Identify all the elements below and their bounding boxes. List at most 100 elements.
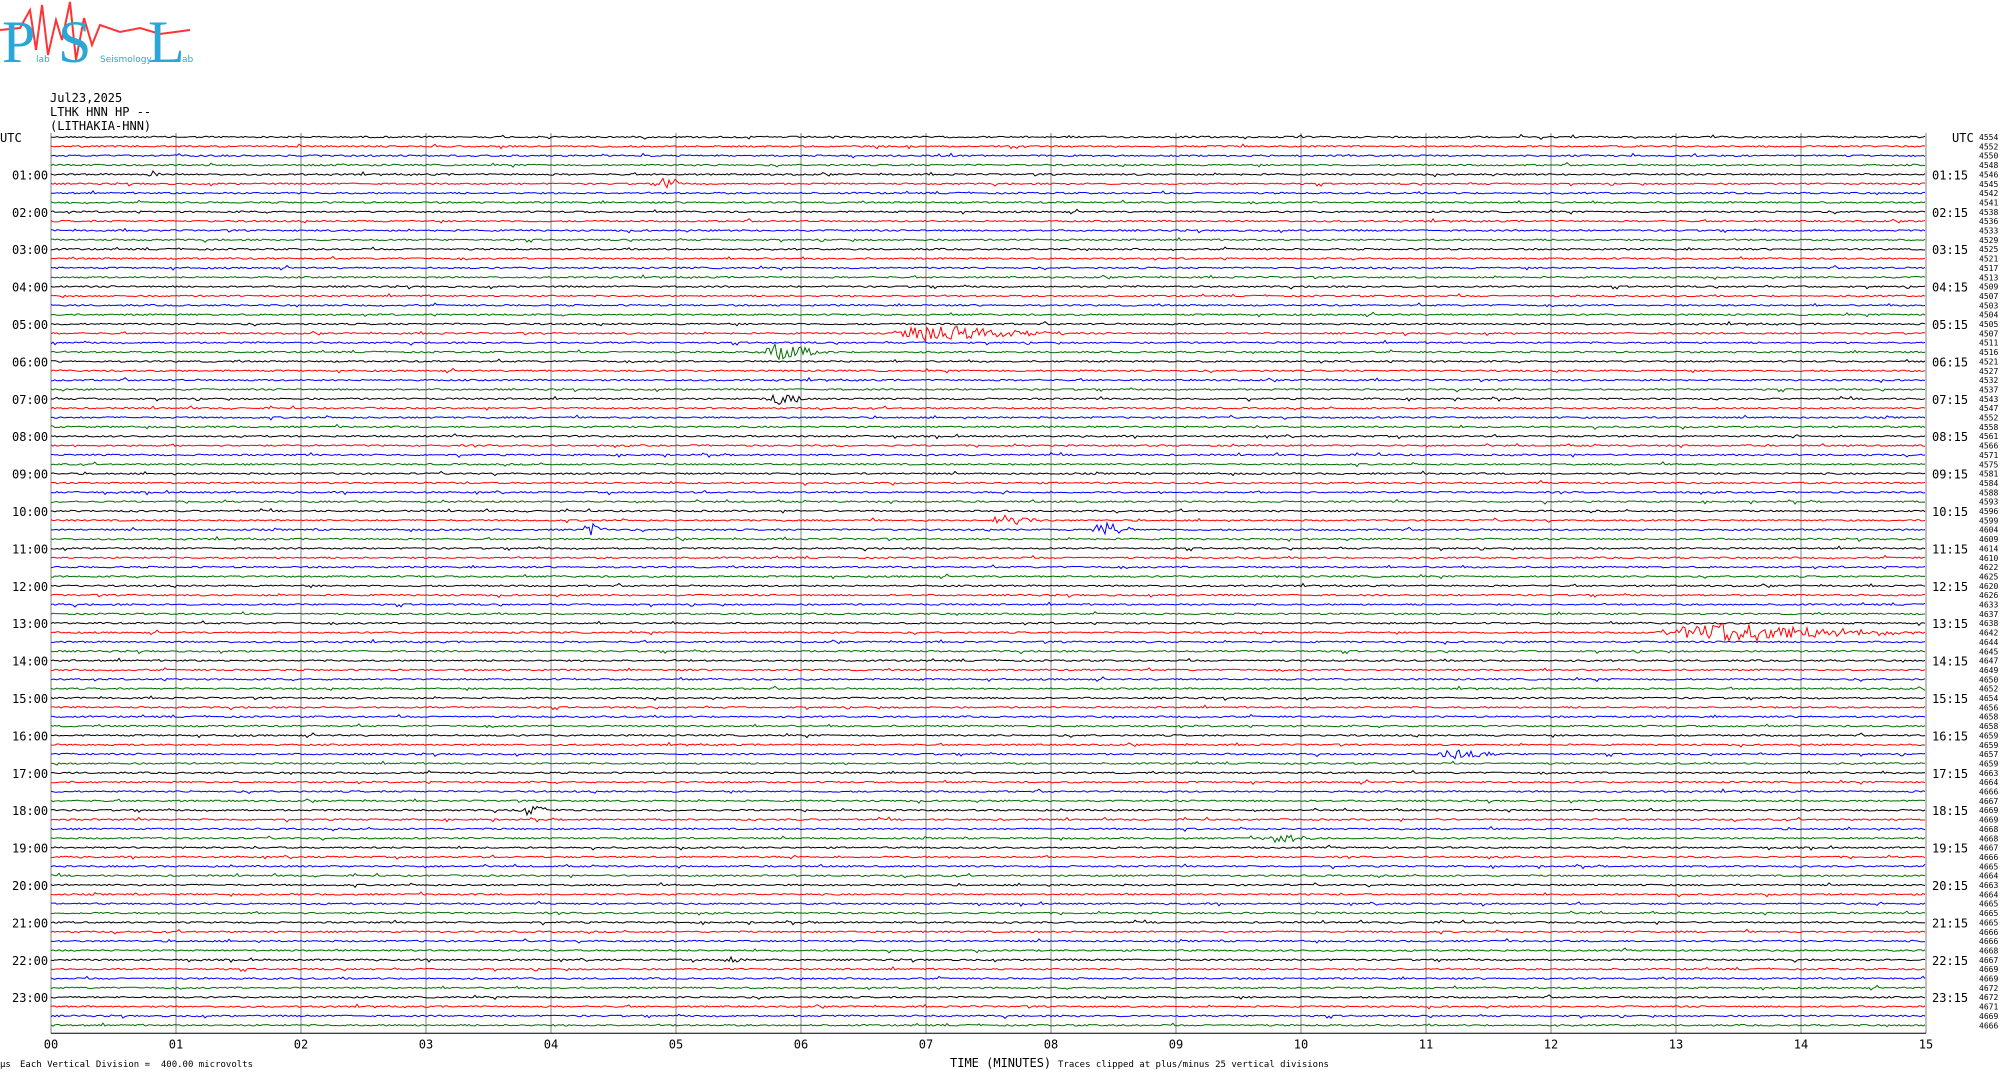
- trace-58: [50, 676, 1926, 683]
- trace-value-label: 4667: [1979, 797, 1998, 806]
- trace-0: [51, 133, 1926, 140]
- footer-corner: µs: [0, 1060, 11, 1070]
- trace-value-label: 4659: [1979, 759, 1998, 768]
- hour-label-right: 15:15: [1932, 692, 1968, 706]
- trace-50: [50, 601, 1926, 608]
- hour-label-left: 03:00: [12, 243, 48, 257]
- trace-56: [50, 657, 1926, 663]
- trace-46: [50, 564, 1926, 570]
- trace-76: [50, 844, 1926, 851]
- trace-77: [50, 854, 1926, 860]
- trace-value-label: 4664: [1979, 890, 1998, 899]
- trace-88: [50, 955, 1926, 964]
- trace-28: [50, 393, 1926, 406]
- trace-value-label: 4547: [1979, 404, 1998, 413]
- x-axis-title: TIME (MINUTES): [950, 1056, 1051, 1070]
- trace-52: [50, 620, 1926, 627]
- trace-29: [50, 405, 1926, 411]
- trace-value-label: 4505: [1979, 320, 1998, 329]
- trace-85: [50, 928, 1926, 935]
- trace-value-label: 4529: [1979, 236, 1998, 245]
- trace-89: [50, 966, 1926, 973]
- trace-value-label: 4511: [1979, 339, 1998, 348]
- trace-81: [50, 891, 1926, 898]
- trace-72: [50, 805, 1926, 817]
- hour-label-right: 10:15: [1932, 505, 1968, 519]
- x-tick-label: 15: [1919, 1037, 1933, 1051]
- trace-63: [50, 723, 1926, 729]
- trace-19: [50, 311, 1926, 318]
- trace-value-label: 4546: [1979, 170, 1998, 179]
- x-tick-label: 05: [669, 1037, 683, 1051]
- trace-value-label: 4658: [1979, 722, 1998, 731]
- trace-49: [50, 592, 1926, 599]
- trace-86: [50, 937, 1925, 944]
- trace-1: [50, 143, 1926, 150]
- trace-value-label: 4669: [1979, 965, 1998, 974]
- trace-value-label: 4663: [1979, 881, 1998, 890]
- x-tick-label: 11: [1419, 1037, 1433, 1051]
- trace-value-label: 4654: [1979, 694, 1998, 703]
- trace-9: [50, 217, 1926, 224]
- trace-31: [50, 423, 1926, 430]
- trace-value-label: 4659: [1979, 741, 1998, 750]
- trace-2: [50, 152, 1926, 159]
- trace-value-label: 4513: [1979, 273, 1998, 282]
- trace-value-label: 4667: [1979, 956, 1998, 965]
- hour-label-right: 07:15: [1932, 393, 1968, 407]
- trace-4: [50, 170, 1926, 178]
- trace-62: [50, 713, 1926, 719]
- trace-value-label: 4509: [1979, 283, 1998, 292]
- trace-value-label: 4537: [1979, 385, 1998, 394]
- hour-label-right: 05:15: [1932, 318, 1968, 332]
- hour-label-left: 17:00: [12, 767, 48, 781]
- trace-value-label: 4644: [1979, 638, 1998, 647]
- trace-value-label: 4672: [1979, 984, 1998, 993]
- trace-value-label: 4620: [1979, 582, 1998, 591]
- utc-label-left: UTC: [0, 131, 22, 145]
- trace-value-label: 4666: [1979, 853, 1998, 862]
- trace-value-label: 4658: [1979, 713, 1998, 722]
- trace-43: [50, 535, 1926, 543]
- trace-92: [50, 994, 1926, 1001]
- hour-label-right: 23:15: [1932, 991, 1968, 1005]
- trace-25: [50, 367, 1926, 374]
- trace-36: [50, 470, 1926, 477]
- hour-label-left: 22:00: [12, 954, 48, 968]
- trace-21: [50, 325, 1926, 342]
- trace-value-label: 4552: [1979, 142, 1998, 151]
- hour-label-left: 23:00: [12, 991, 48, 1005]
- trace-60: [50, 695, 1926, 702]
- trace-90: [50, 975, 1926, 981]
- trace-value-label: 4637: [1979, 610, 1998, 619]
- trace-14: [50, 264, 1926, 271]
- seismogram-plot: 00 01 02 03 04 05 06 07 08 09 10 11 12 13 14 15 TIME (MI…: [0, 131, 1998, 1070]
- trace-65: [51, 741, 1926, 748]
- trace-value-label: 4666: [1979, 937, 1998, 946]
- hour-label-right: 21:15: [1932, 916, 1968, 930]
- trace-78: [50, 863, 1926, 870]
- trace-69: [50, 779, 1926, 785]
- trace-value-label: 4507: [1979, 292, 1998, 301]
- trace-23: [50, 342, 1926, 361]
- trace-16: [50, 284, 1926, 290]
- hour-label-right: 17:15: [1932, 767, 1968, 781]
- utc-label-right: UTC: [1952, 131, 1974, 145]
- x-tick-label: 08: [1044, 1037, 1058, 1051]
- hour-label-left: 11:00: [12, 542, 48, 556]
- trace-53: [50, 622, 1926, 643]
- trace-value-label: 4542: [1979, 189, 1998, 198]
- trace-20: [50, 320, 1926, 327]
- trace-value-label: 4610: [1979, 554, 1998, 563]
- trace-value-label: 4561: [1979, 432, 1998, 441]
- trace-value-label: 4532: [1979, 376, 1998, 385]
- x-tick-label: 12: [1544, 1037, 1558, 1051]
- trace-39: [50, 498, 1926, 505]
- trace-value-label: 4566: [1979, 442, 1998, 451]
- trace-27: [50, 387, 1926, 393]
- trace-value-label: 4663: [1979, 769, 1998, 778]
- hour-label-right: 22:15: [1932, 954, 1968, 968]
- trace-5: [50, 177, 1925, 189]
- trace-74: [50, 825, 1926, 832]
- axis-labels: 00 01 02 03 04 05 06 07 08 09 10 11 12 13 14 15 TIME (MI…: [0, 131, 1998, 1070]
